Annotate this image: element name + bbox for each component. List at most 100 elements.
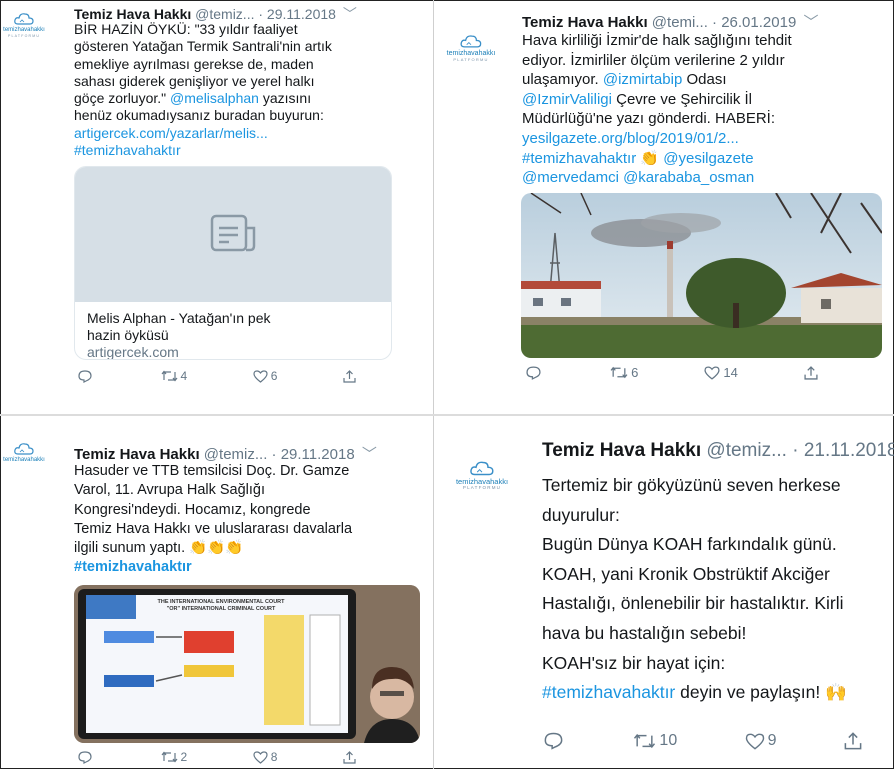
raised-hands-icon: 🙌 xyxy=(825,682,847,703)
tweet-body-2: Odası xyxy=(682,71,727,89)
tweet-text: Hasuder ve TTB temsilcisi Doç. Dr. Gamze… xyxy=(74,462,429,578)
avatar[interactable]: temizhavahakkı xyxy=(3,442,45,464)
retweet-button[interactable]: 2 xyxy=(161,750,188,764)
conference-presentation-photo[interactable]: THE INTERNATIONAL ENVIRONMENTAL COURT "O… xyxy=(74,585,420,743)
retweet-icon xyxy=(161,370,177,382)
power-plant-chimney-photo[interactable] xyxy=(521,193,882,358)
tweet-date[interactable]: · 21.11.2018 xyxy=(792,440,894,461)
retweet-icon xyxy=(610,366,628,379)
tweet-1: temizhavahakkı PLATFORMU Temiz Hava Hakk… xyxy=(0,0,433,414)
share-icon xyxy=(804,365,818,380)
hashtag-link[interactable]: #temizhavahaktır xyxy=(74,559,192,575)
reply-icon xyxy=(544,732,563,750)
chevron-down-icon[interactable]: ﹀ xyxy=(803,14,818,31)
handle[interactable]: @temiz... xyxy=(706,440,787,461)
hashtag-link[interactable]: #temizhavahaktır xyxy=(74,142,181,158)
heart-icon xyxy=(704,365,720,380)
brand-name: temizhavahakkı xyxy=(455,477,509,486)
reply-button[interactable] xyxy=(526,365,544,380)
like-button[interactable]: 8 xyxy=(253,750,278,764)
avatar[interactable]: temizhavahakkı PLATFORMU xyxy=(3,12,45,39)
link-card[interactable]: Melis Alphan - Yatağan'ın pek hazin öykü… xyxy=(74,166,392,360)
cloud-logo-icon xyxy=(14,443,34,455)
brand-sub: PLATFORMU xyxy=(453,57,489,62)
card-title: Melis Alphan - Yatağan'ın pek hazin öykü… xyxy=(87,310,271,343)
retweet-icon xyxy=(161,751,177,763)
like-count: 14 xyxy=(723,365,738,380)
brand-sub: PLATFORMU xyxy=(462,485,502,490)
retweet-count: 2 xyxy=(180,750,188,764)
reply-button[interactable] xyxy=(78,750,95,764)
reply-icon xyxy=(526,365,541,380)
brand-name: temizhavahakkı xyxy=(446,50,496,57)
retweet-button[interactable]: 6 xyxy=(610,365,638,380)
share-button[interactable] xyxy=(844,732,862,750)
avatar[interactable]: temizhavahakkı PLATFORMU xyxy=(452,460,512,490)
tweet-body: Tertemiz bir gökyüzünü seven herkese duy… xyxy=(542,475,844,673)
reply-button[interactable] xyxy=(544,732,566,750)
retweet-button[interactable]: 4 xyxy=(161,369,188,383)
url-link[interactable]: yesilgazete.org/blog/2019/01/2... xyxy=(522,130,739,147)
tweet-header: Temiz Hava Hakkı @temiz... · 21.11.2018 xyxy=(542,440,894,462)
cloud-logo-icon xyxy=(460,35,482,48)
retweet-icon xyxy=(634,733,656,749)
mention-link[interactable]: @mervedamci @karababa_osman xyxy=(522,169,754,186)
avatar[interactable]: temizhavahakkı PLATFORMU xyxy=(444,34,498,62)
handle[interactable]: @temiz... xyxy=(195,6,254,22)
reply-button[interactable] xyxy=(78,369,95,383)
clapping-hands-icon: 👏👏👏 xyxy=(189,540,244,557)
tweet-date[interactable]: · 29.11.2018 xyxy=(272,446,355,463)
tweet-date[interactable]: · 26.01.2019 xyxy=(712,14,796,31)
url-link[interactable]: artigercek.com/yazarlar/melis... xyxy=(74,125,268,141)
chevron-down-icon[interactable]: ﹀ xyxy=(343,6,357,22)
cloud-logo-icon xyxy=(14,13,34,25)
display-name[interactable]: Temiz Hava Hakkı xyxy=(74,6,191,22)
reply-icon xyxy=(78,750,92,764)
like-button[interactable]: 9 xyxy=(745,732,777,750)
card-image xyxy=(75,167,391,302)
share-button[interactable] xyxy=(804,365,818,380)
retweet-count: 6 xyxy=(631,365,639,380)
hashtag-link[interactable]: #temizhavahaktır xyxy=(522,150,636,167)
action-bar: 6 14 xyxy=(526,365,818,380)
hashtag-link[interactable]: #temizhavahaktır xyxy=(542,682,675,702)
brand-name: temizhavahakkı xyxy=(3,457,45,463)
share-icon xyxy=(343,369,356,383)
display-name[interactable]: Temiz Hava Hakkı xyxy=(542,440,701,461)
brand-name: temizhavahakkı xyxy=(3,27,45,33)
retweet-count: 4 xyxy=(180,369,188,383)
chevron-down-icon[interactable]: ﹀ xyxy=(362,446,377,463)
tweet-text: BİR HAZİN ÖYKÜ: "33 yıldır faaliyet göst… xyxy=(74,21,429,159)
handle[interactable]: @temi... xyxy=(652,14,708,31)
mention-link[interactable]: @melisalphan xyxy=(170,90,259,106)
photo-illustration xyxy=(521,193,882,358)
display-name[interactable]: Temiz Hava Hakkı xyxy=(74,446,200,463)
mention-link[interactable]: @yesilgazete xyxy=(663,150,753,167)
heart-icon xyxy=(745,733,764,750)
mention-link[interactable]: @izmirtabip xyxy=(603,71,682,88)
share-button[interactable] xyxy=(343,750,356,764)
tweet-text: Tertemiz bir gökyüzünü seven herkese duy… xyxy=(542,471,892,708)
like-button[interactable]: 6 xyxy=(253,369,277,383)
tweet-text: Hava kirliliği İzmir'de halk sağlığını t… xyxy=(522,31,892,188)
retweet-button[interactable]: 10 xyxy=(633,732,677,750)
like-count: 8 xyxy=(270,750,278,764)
like-button[interactable]: 14 xyxy=(704,365,738,380)
tweet-header: Temiz Hava Hakkı @temiz... · 29.11.2018 … xyxy=(74,443,377,464)
tweet-2: temizhavahakkı PLATFORMU Temiz Hava Hakk… xyxy=(434,0,894,414)
share-icon xyxy=(343,750,356,764)
action-bar: 2 8 xyxy=(78,750,356,764)
tweet-date[interactable]: · 29.11.2018 xyxy=(258,6,336,22)
heart-icon xyxy=(253,750,268,764)
handle[interactable]: @temiz... xyxy=(204,446,268,463)
like-count: 9 xyxy=(767,732,777,749)
display-name[interactable]: Temiz Hava Hakkı xyxy=(522,14,648,31)
share-icon xyxy=(844,732,862,750)
retweet-count: 10 xyxy=(659,732,678,749)
mention-link[interactable]: @IzmirValiligi xyxy=(522,91,612,108)
card-description: Melis Alphan - Yatağan'ın pek hazin öykü… xyxy=(75,302,391,360)
tweet-body-2: deyin ve paylaşın! xyxy=(675,682,821,703)
card-domain: artigercek.com xyxy=(87,344,179,360)
action-bar: 4 6 xyxy=(78,369,356,383)
share-button[interactable] xyxy=(343,369,356,383)
